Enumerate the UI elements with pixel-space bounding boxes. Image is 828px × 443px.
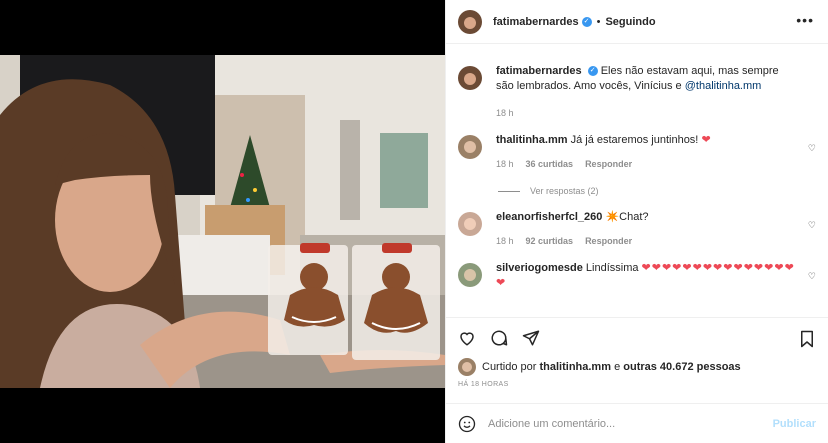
view-replies-label: Ver respostas (2) xyxy=(530,186,599,196)
comment-item: eleanorfisherfcl_260 ✴️Chat? 18 h 92 cur… xyxy=(458,210,816,249)
comment-text: Lindíssima xyxy=(585,262,642,274)
more-options-icon[interactable]: ••• xyxy=(796,13,814,27)
send-icon[interactable] xyxy=(522,329,540,347)
caption: fatimabernardes ✓ Eles não estavam aqui,… xyxy=(458,64,816,121)
verified-badge-icon: ✓ xyxy=(581,16,592,27)
commenter-avatar[interactable] xyxy=(458,135,482,159)
photo-illustration xyxy=(0,55,445,388)
comment-username[interactable]: thalitinha.mm xyxy=(496,134,568,146)
caption-time[interactable]: 18 h xyxy=(496,106,514,121)
liker-username[interactable]: thalitinha.mm xyxy=(539,361,611,373)
likes-middle: e xyxy=(614,361,621,373)
comment-text: Já já estaremos juntinhos! xyxy=(570,134,702,146)
post-media xyxy=(0,0,445,443)
add-comment-bar: Adicione um comentário... Publicar xyxy=(446,403,828,443)
comment-time[interactable]: 18 h xyxy=(496,157,514,172)
comment-likes[interactable]: 36 curtidas xyxy=(526,157,574,172)
commenter-avatar[interactable] xyxy=(458,263,482,287)
post-photo[interactable] xyxy=(0,55,445,388)
publish-button[interactable]: Publicar xyxy=(773,418,816,430)
comment-time[interactable]: 18 h xyxy=(496,234,514,249)
comment-emoji: ❤ xyxy=(701,134,712,146)
comment-text: ✴️Chat? xyxy=(605,211,649,223)
likes-prefix: Curtido por xyxy=(482,361,537,373)
comment-item: silveriogomesde Lindíssima ❤❤❤❤❤❤❤❤❤❤❤❤❤… xyxy=(458,261,816,291)
header-separator: • xyxy=(596,15,601,28)
reply-button[interactable]: Responder xyxy=(585,157,632,172)
reply-button[interactable]: Responder xyxy=(585,234,632,249)
author-avatar[interactable] xyxy=(458,9,482,34)
post-modal: fatimabernardes ✓ • Seguindo ••• fatimab… xyxy=(0,0,828,443)
comment-icon[interactable] xyxy=(490,329,508,347)
comment-username[interactable]: silveriogomesde xyxy=(496,262,583,274)
following-button[interactable]: Seguindo xyxy=(605,16,655,28)
post-header: fatimabernardes ✓ • Seguindo ••• xyxy=(446,0,828,44)
comment-likes[interactable]: 92 curtidas xyxy=(526,234,574,249)
commenter-avatar[interactable] xyxy=(458,212,482,236)
post-timestamp[interactable]: HÁ 18 HORAS xyxy=(446,377,828,403)
post-side-panel: fatimabernardes ✓ • Seguindo ••• fatimab… xyxy=(445,0,828,443)
comment-username[interactable]: eleanorfisherfcl_260 xyxy=(496,211,602,223)
caption-mention[interactable]: @thalitinha.mm xyxy=(685,80,762,92)
comment-input[interactable]: Adicione um comentário... xyxy=(488,418,615,430)
caption-avatar[interactable] xyxy=(458,66,482,90)
bookmark-icon[interactable] xyxy=(798,330,816,351)
caption-username[interactable]: fatimabernardes xyxy=(496,65,582,77)
emoji-icon[interactable] xyxy=(458,415,476,433)
comment-item: thalitinha.mm Já já estaremos juntinhos!… xyxy=(458,133,816,172)
comments-list[interactable]: fatimabernardes ✓ Eles não estavam aqui,… xyxy=(446,44,828,317)
others-likes[interactable]: outras 40.672 pessoas xyxy=(623,361,740,373)
view-replies-button[interactable]: Ver respostas (2) xyxy=(498,186,816,196)
likes-summary: Curtido por thalitinha.mm e outras 40.67… xyxy=(446,357,828,377)
post-actions xyxy=(446,317,828,357)
verified-badge-icon: ✓ xyxy=(587,66,598,77)
comment-like-icon[interactable]: ♡ xyxy=(808,220,816,231)
heart-outline-icon[interactable] xyxy=(458,329,476,347)
comment-like-icon[interactable]: ♡ xyxy=(808,271,816,282)
replies-line xyxy=(498,190,520,192)
author-username[interactable]: fatimabernardes xyxy=(493,16,579,28)
liker-avatar[interactable] xyxy=(458,358,476,376)
comment-like-icon[interactable]: ♡ xyxy=(808,143,816,154)
